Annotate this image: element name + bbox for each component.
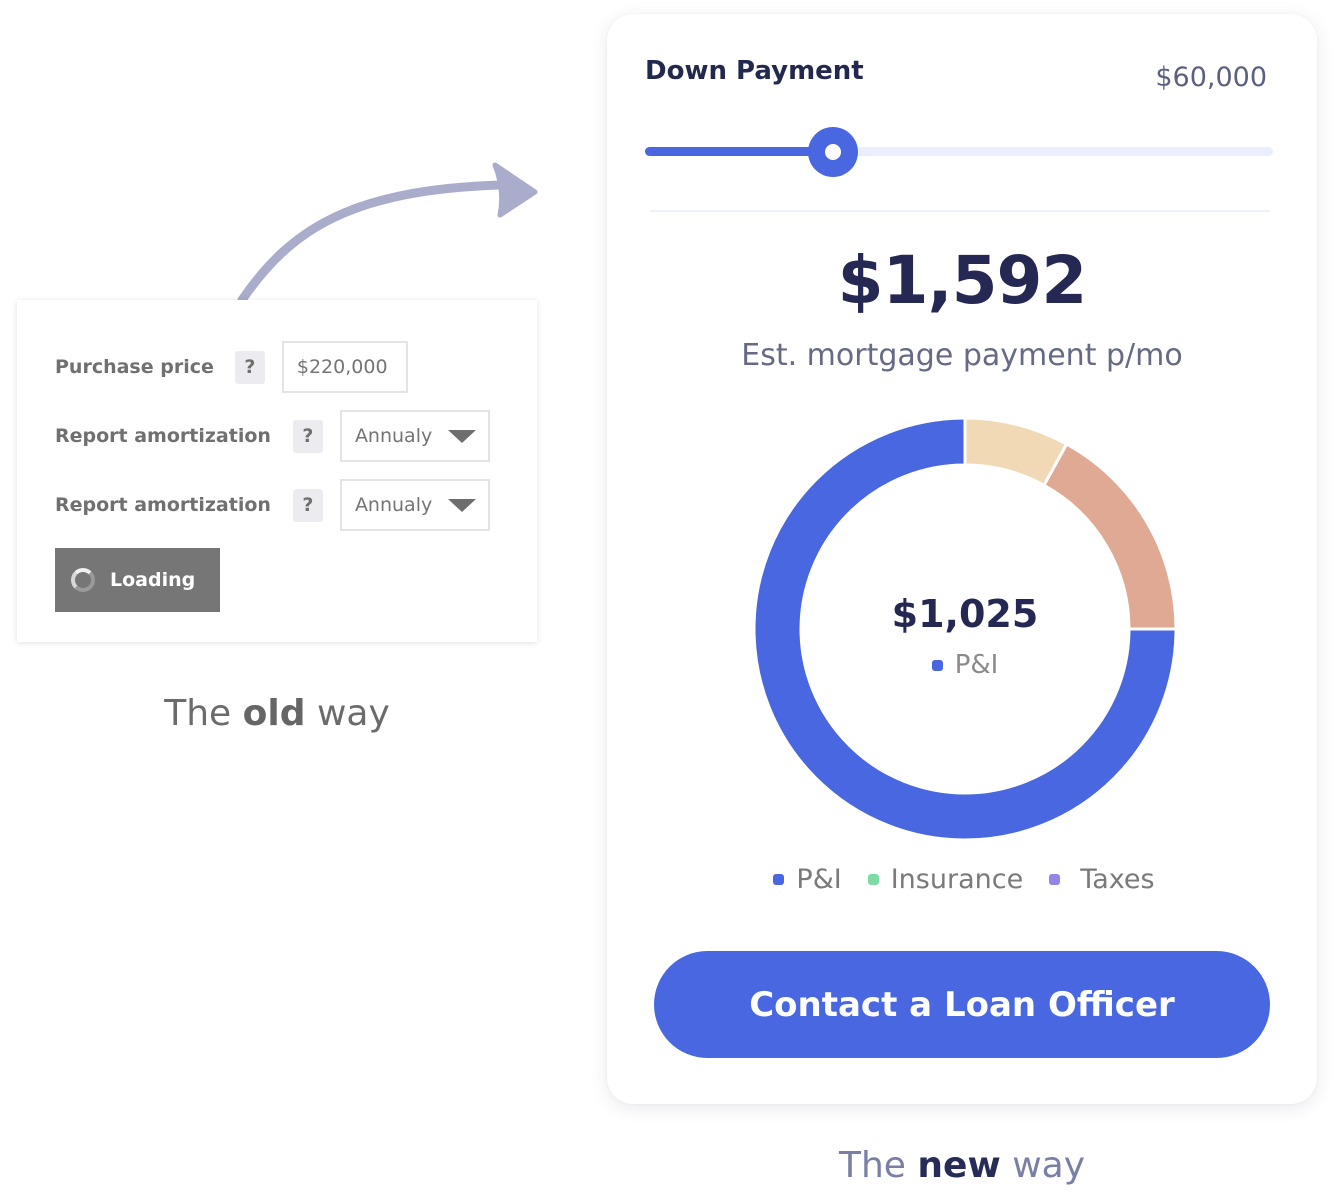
old-calculator-form: Purchase price ? $220,000 Report amortiz… (17, 300, 537, 642)
divider (650, 210, 1270, 212)
curved-arrow-icon (237, 162, 538, 305)
caption-prefix: The (839, 1145, 906, 1186)
contact-loan-officer-button[interactable]: Contact a Loan Officer (654, 951, 1270, 1058)
monthly-payment-label: Est. mortgage payment p/mo (741, 338, 1183, 373)
legend-label: Insurance (890, 864, 1024, 895)
dropdown-triangle-icon (447, 429, 476, 443)
legend-dot-icon (867, 874, 879, 885)
report-amortization-select[interactable]: Annualy (339, 410, 490, 462)
payment-breakdown-donut: $1,025 P&I (750, 414, 1180, 844)
caption-suffix: way (316, 693, 390, 734)
select-value: Annualy (354, 494, 433, 516)
legend-item-p-and-i: P&I (773, 864, 842, 895)
dropdown-triangle-icon (447, 498, 476, 512)
caption-bold: new (917, 1145, 1001, 1186)
purchase-price-row: Purchase price ? $220,000 (55, 341, 408, 393)
loading-button[interactable]: Loading (55, 548, 220, 612)
caption-prefix: The (164, 693, 232, 734)
legend-item-insurance: Insurance (867, 864, 1024, 895)
mortgage-calculator-card: Down Payment $60,000 $1,592 Est. mortgag… (607, 14, 1317, 1104)
donut-center-label: P&I (750, 650, 1180, 680)
down-payment-value: $60,000 (1155, 62, 1267, 93)
report-amortization-help-button[interactable]: ? (292, 488, 323, 522)
donut-center-value: $1,025 (891, 592, 1039, 636)
down-payment-title: Down Payment (645, 56, 864, 86)
report-amortization-row-1: Report amortization ? Annualy (55, 410, 490, 462)
purchase-price-label: Purchase price (55, 356, 214, 378)
down-payment-slider[interactable] (645, 127, 1273, 177)
p-and-i-dot-icon (931, 659, 943, 671)
legend-label: P&I (796, 864, 842, 895)
legend-dot-icon (1049, 874, 1061, 885)
slider-thumb[interactable] (808, 127, 859, 177)
report-amortization-row-2: Report amortization ? Annualy (55, 479, 490, 531)
caption-suffix: way (1012, 1145, 1085, 1186)
purchase-price-help-button[interactable]: ? (234, 350, 265, 384)
slider-fill (645, 147, 834, 156)
new-way-caption: The new way (607, 1145, 1317, 1186)
legend-item-taxes: Taxes (1049, 864, 1155, 895)
report-amortization-label: Report amortization (55, 425, 271, 447)
purchase-price-input[interactable]: $220,000 (281, 341, 408, 393)
old-way-caption: The old way (0, 693, 554, 734)
donut-center-label-text: P&I (954, 650, 999, 680)
legend-dot-icon (773, 874, 785, 885)
caption-bold: old (242, 693, 306, 734)
monthly-payment-total: $1,592 (837, 242, 1088, 319)
loading-label: Loading (110, 569, 196, 591)
report-amortization-help-button[interactable]: ? (292, 419, 323, 453)
select-value: Annualy (354, 425, 433, 447)
report-amortization-select[interactable]: Annualy (339, 479, 490, 531)
legend-label: Taxes (1080, 864, 1155, 895)
report-amortization-label: Report amortization (55, 494, 271, 516)
spinner-icon (71, 568, 95, 592)
chart-legend: P&I Insurance Taxes (607, 864, 1317, 895)
